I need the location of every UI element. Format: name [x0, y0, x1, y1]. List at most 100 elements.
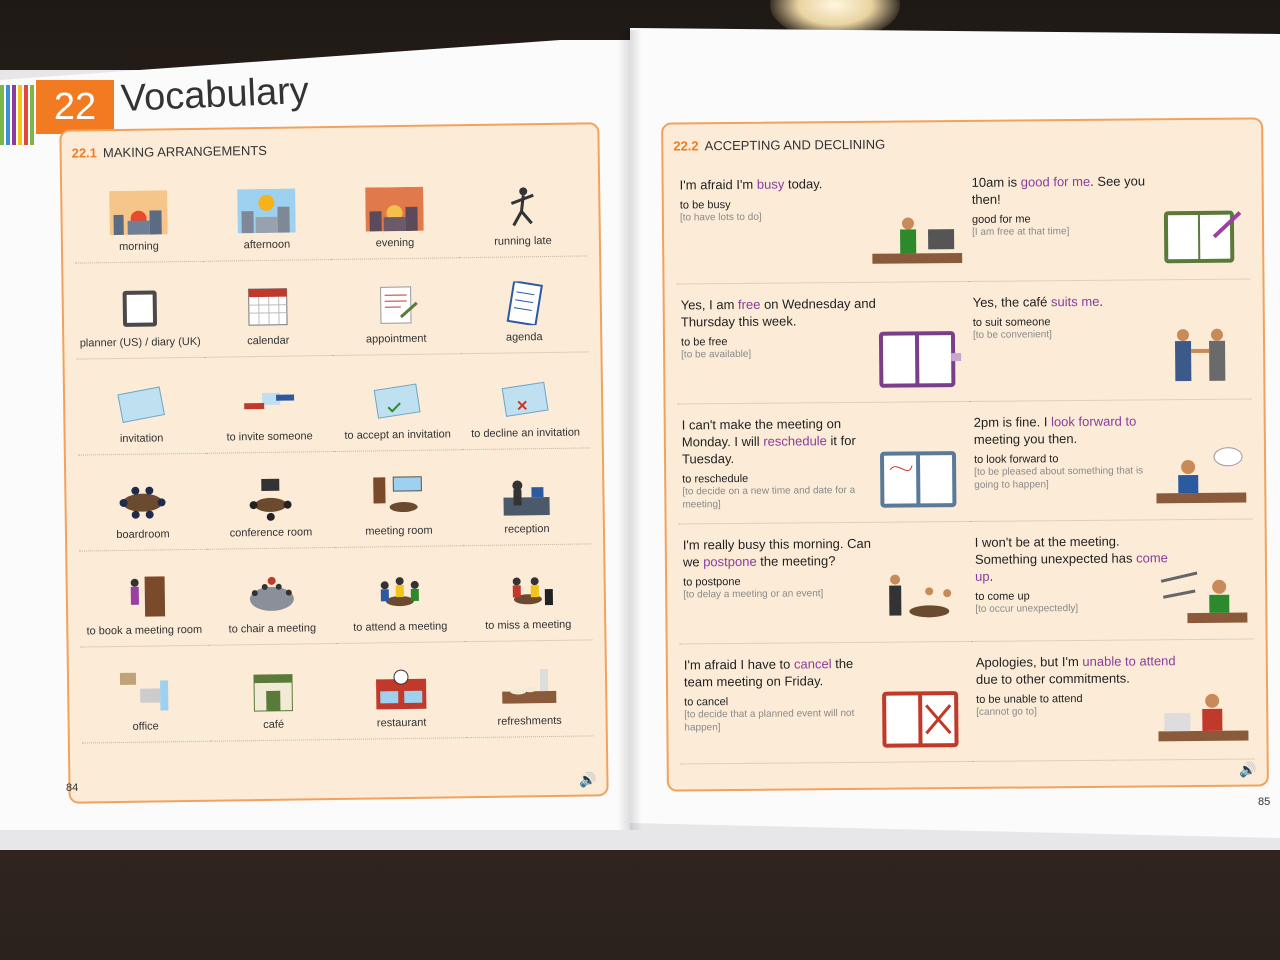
audio-icon[interactable]: 🔊	[1239, 761, 1257, 778]
phrase-item: Yes, the café suits me. to suit someone [t…	[968, 279, 1252, 402]
vocab-item: reception	[461, 448, 592, 547]
vocab-label: meeting room	[365, 524, 433, 538]
vocab-item: to attend a meeting	[335, 546, 465, 644]
highlighted-phrase: suits me	[1050, 293, 1100, 310]
example-sentence: Yes, I am free on Wednesday and Thursday…	[681, 295, 881, 331]
vocab-item: invitation	[76, 357, 206, 456]
writing-planner-icon	[1154, 207, 1245, 268]
stressed-desk-icon	[1158, 687, 1249, 748]
section-title: MAKING ARRANGEMENTS	[102, 142, 268, 161]
phrase-definition: [cannot go to]	[976, 706, 1037, 718]
page-number-right: 85	[1258, 796, 1271, 808]
phrase-definition: [to decide on a new time and date for a …	[682, 484, 856, 511]
cafe-icon	[244, 668, 303, 713]
highlighted-phrase: free	[737, 296, 761, 312]
vocab-label: agenda	[505, 331, 543, 344]
phrase-item: I can't make the meeting on Monday. I wi…	[677, 401, 971, 525]
appointment-note-icon	[366, 283, 425, 328]
sentence-text: I'm afraid I'm	[679, 176, 757, 193]
vocab-label: boardroom	[116, 528, 170, 542]
phrase-definition: [to be pleased about something that is g…	[974, 465, 1144, 491]
vocab-item: calendar	[203, 260, 333, 358]
example-sentence: I'm really busy this morning. Can we pos…	[683, 535, 883, 571]
vocab-item: evening	[329, 162, 460, 261]
vocab-item: boardroom	[77, 453, 208, 552]
vocab-item: café	[208, 643, 338, 742]
sentence-text: due to other commitments.	[975, 670, 1130, 687]
vocab-item: planner (US) / diary (UK)	[75, 261, 205, 360]
highlighted-phrase: postpone	[703, 553, 757, 570]
highlighted-phrase: busy	[756, 176, 785, 192]
vocab-label: to book a meeting room	[86, 623, 203, 638]
vocab-item: to accept an invitation	[332, 354, 462, 453]
example-sentence: Yes, the café suits me.	[973, 292, 1173, 311]
vocab-label: conference room	[229, 526, 313, 540]
sentence-text: meeting you then.	[973, 431, 1078, 447]
example-sentence: I'm afraid I have to cancel the team mee…	[684, 655, 884, 691]
miss-meeting-icon	[499, 569, 558, 614]
vocab-label: evening	[375, 236, 415, 250]
invitation-card-icon	[112, 382, 171, 427]
vocab-label: afternoon	[243, 238, 291, 252]
example-sentence: Apologies, but I'm unable to attend due …	[976, 652, 1176, 688]
refreshments-icon	[500, 665, 559, 710]
audio-icon[interactable]: 🔊	[579, 771, 597, 788]
vocab-label: restaurant	[376, 716, 427, 730]
phrase-item: Apologies, but I'm unable to attend due …	[971, 639, 1255, 762]
vocab-item: meeting room	[333, 450, 464, 548]
example-sentence: I can't make the meeting on Monday. I wi…	[682, 415, 882, 468]
sentence-text: 2pm is fine. I	[973, 414, 1052, 430]
phrase-item: Yes, I am free on Wednesday and Thursday…	[676, 281, 970, 405]
section-number: 22.1	[71, 145, 98, 161]
accept-card-icon	[368, 379, 427, 424]
chapter-title: Vocabulary	[120, 69, 310, 120]
vocab-item: to decline an invitation	[460, 352, 590, 451]
book-spine	[618, 30, 642, 830]
sentence-text: 10am is	[971, 174, 1021, 190]
highlighted-phrase: reschedule	[763, 433, 827, 449]
page-number-left: 84	[66, 782, 79, 794]
example-sentence: 10am is good for me. See you then!	[972, 172, 1172, 208]
vocab-label: office	[132, 720, 159, 733]
vocab-label: refreshments	[497, 714, 562, 728]
sentence-text: I won't be at the meeting. Something une…	[974, 533, 1137, 567]
office-icon	[116, 670, 175, 715]
handing-card-icon	[240, 380, 299, 425]
phrase-item: I'm afraid I'm busy today. to be busy [to …	[675, 161, 969, 285]
attend-meeting-icon	[371, 571, 430, 616]
phrase-definition: [I am free at that time]	[972, 226, 1070, 238]
example-sentence: I'm afraid I'm busy today.	[680, 175, 880, 194]
booking-door-icon	[115, 574, 174, 619]
sunrise-city-icon	[109, 190, 168, 236]
vocab-item: conference room	[205, 452, 336, 550]
phrase-definition: [to decide that a planned event will not…	[684, 707, 855, 734]
sentence-text: the meeting?	[756, 553, 836, 569]
sunset-city-icon	[365, 186, 424, 232]
vocab-item: running late	[457, 160, 588, 259]
vocab-label: appointment	[365, 332, 427, 346]
vocab-label: to miss a meeting	[485, 618, 572, 632]
vocab-label: planner (US) / diary (UK)	[79, 335, 201, 350]
restaurant-icon	[372, 667, 431, 712]
phrase-item: I won't be at the meeting. Something une…	[970, 519, 1254, 642]
phrase-definition: [to be convenient]	[972, 329, 1052, 341]
vocab-label: running late	[494, 234, 552, 248]
agenda-icon	[494, 280, 553, 326]
sentence-text: Yes, the café	[972, 294, 1052, 310]
vocab-label: morning	[119, 240, 159, 253]
chair-meeting-icon	[243, 572, 302, 617]
vocab-label: to attend a meeting	[353, 620, 448, 634]
phrase-definition: [to occur unexpectedly]	[975, 603, 1079, 615]
phrase-item: I'm really busy this morning. Can we pos…	[678, 521, 972, 645]
postpone-meeting-icon	[875, 569, 966, 630]
phrase-item: 10am is good for me. See you then! good f…	[967, 159, 1251, 282]
boardroom-table-icon	[113, 478, 172, 523]
meeting-room-icon	[369, 475, 428, 520]
sentence-text: .	[989, 568, 994, 584]
calendar-icon	[239, 285, 298, 330]
highlighted-phrase: cancel	[793, 656, 832, 672]
section-heading: 22.1 MAKING ARRANGEMENTS	[72, 143, 267, 161]
vocab-item: to book a meeting room	[79, 549, 209, 648]
chapter-number: 22	[36, 80, 114, 134]
accepting-declining-panel: 22.2 ACCEPTING AND DECLINING I'm afraid I…	[661, 117, 1269, 792]
